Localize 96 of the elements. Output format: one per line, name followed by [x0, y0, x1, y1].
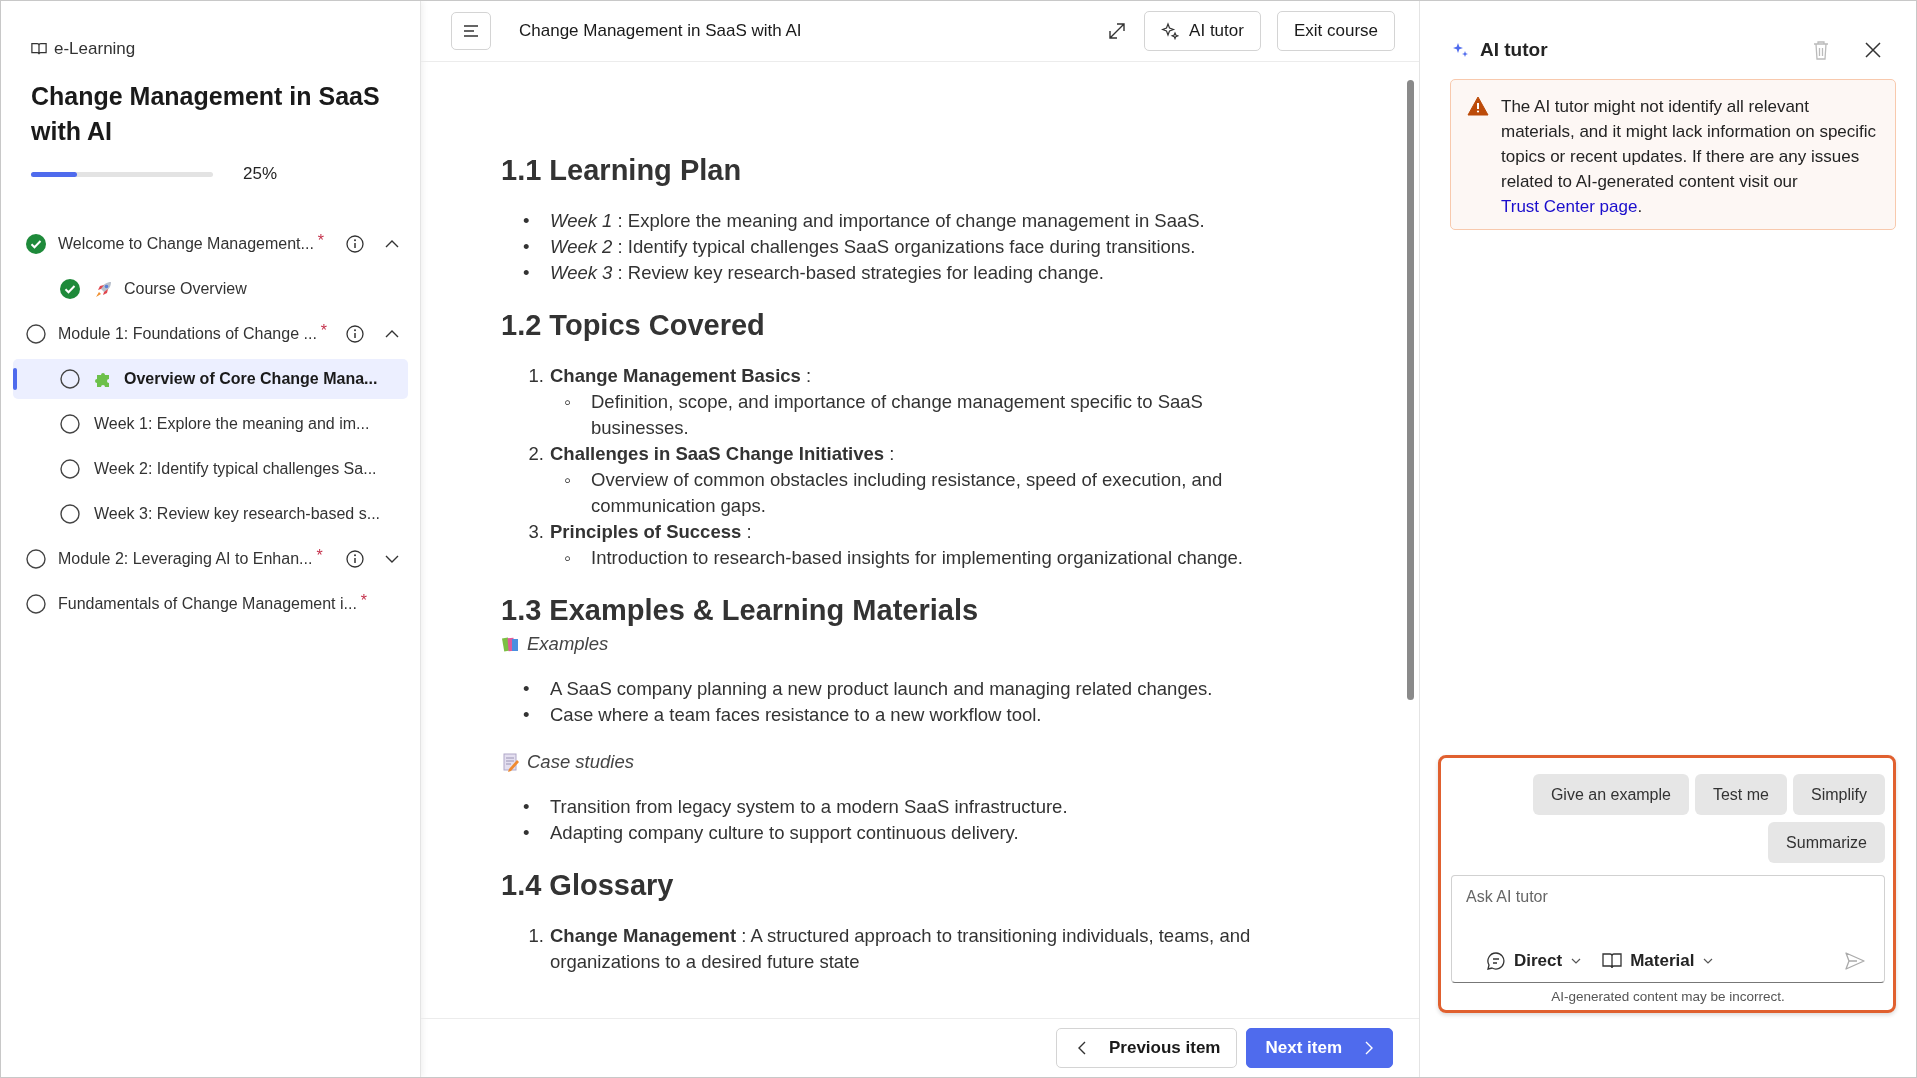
bullet-marker: • [523, 209, 531, 233]
module-title: Module 2: Leveraging AI to Enhan... [58, 550, 313, 568]
sub-bullet-text: Definition, scope, and importance of change management specific to SaaS businesses. [591, 390, 1204, 440]
lesson-title: Week 2: Identify typical challenges Sa... [94, 460, 377, 478]
trust-center-link[interactable]: Trust Center page [1501, 197, 1638, 216]
suggestion-chip[interactable]: Simplify [1793, 774, 1885, 815]
lesson-item[interactable]: Course Overview [13, 269, 408, 309]
chat-icon [1486, 951, 1506, 971]
module-item[interactable]: Module 2: Leveraging AI to Enhan... * [13, 539, 408, 579]
required-asterisk: * [316, 547, 323, 565]
numbered-item-text: Change Management Basics : [550, 364, 812, 388]
suggestion-chip[interactable]: Test me [1694, 774, 1787, 815]
required-asterisk: * [360, 592, 368, 610]
check-circle-icon [26, 234, 46, 254]
numbered-item-text: Principles of Success : [550, 520, 752, 544]
bullet-text: Transition from legacy system to a modern SaaS infrastructure. [550, 795, 1068, 819]
bullet-marker: • [523, 235, 531, 259]
previous-item-button[interactable]: Previous item [1055, 1028, 1238, 1068]
bullet-text: Week 3 : Review key research-based strategies for leading change. [550, 261, 1104, 285]
bullet-marker: • [523, 703, 531, 727]
bullet-text: Case where a team faces resistance to a new workflow tool. [550, 703, 1042, 727]
bullet-marker: • [523, 677, 531, 701]
source-dropdown[interactable]: Material [1602, 951, 1715, 971]
suggestion-chip[interactable]: Give an example [1532, 774, 1689, 815]
empty-circle-icon [26, 324, 46, 344]
section-heading: 1.1 Learning Plan [501, 153, 743, 188]
sparkle-icon [1161, 22, 1180, 40]
empty-circle-icon [60, 414, 80, 434]
module-item[interactable]: Welcome to Change Management... * [13, 224, 408, 264]
lesson-title: Overview of Core Change Mana... [124, 370, 378, 388]
check-circle-icon [60, 279, 80, 299]
bullet-text: Week 1 : Explore the meaning and importance of change management in SaaS. [550, 209, 1205, 233]
lesson-title: Week 3: Review key research-based s... [94, 505, 381, 523]
module-title: Fundamentals of Change Management i... [58, 595, 357, 613]
lesson-title: Week 1: Explore the meaning and im... [94, 415, 370, 433]
lesson-item[interactable]: Week 3: Review key research-based s... [13, 494, 408, 534]
module-item[interactable]: Fundamentals of Change Management i... * [13, 584, 408, 624]
required-asterisk: * [320, 322, 328, 340]
ask-input-field[interactable]: Ask AI tutor Direct Material [1451, 875, 1885, 983]
exit-course-button[interactable]: Exit course [1276, 11, 1395, 51]
panel-title: AI tutor [1480, 39, 1548, 61]
caption-text: Case studies [527, 750, 634, 774]
lesson-header-title: Change Management in SaaS with AI [519, 21, 802, 41]
caption-text: Examples [527, 632, 609, 656]
sub-bullet-marker: ◦ [564, 390, 573, 415]
module-item[interactable]: Module 1: Foundations of Change ... * [13, 314, 408, 354]
empty-circle-icon [60, 459, 80, 479]
response-mode-dropdown[interactable]: Direct [1486, 951, 1583, 971]
lesson-item[interactable]: Week 2: Identify typical challenges Sa... [13, 449, 408, 489]
suggestion-chip[interactable]: Summarize [1768, 822, 1885, 863]
rocket-icon [94, 279, 114, 299]
ai-tutor-button[interactable]: AI tutor [1144, 11, 1261, 51]
memo-icon [501, 752, 521, 772]
numbered-item-text: Change Management : A structured approach to transitioning individuals, teams, and organizations to a desired future state [550, 924, 1252, 974]
module-title: Welcome to Change Management... [58, 235, 314, 253]
section-heading: 1.4 Glossary [501, 868, 675, 903]
required-asterisk: * [317, 232, 325, 250]
lesson-title: Course Overview [124, 280, 247, 298]
list-number: 1. [527, 924, 544, 948]
list-number: 1. [527, 364, 544, 388]
empty-circle-icon [26, 549, 46, 569]
book-icon [1602, 951, 1623, 971]
bullet-text: Adapting company culture to support continuous delivery. [550, 821, 1019, 845]
info-icon[interactable] [346, 550, 364, 568]
bullet-text: A SaaS company planning a new product launch and managing related changes. [550, 677, 1213, 701]
bullet-marker: • [523, 795, 531, 819]
section-heading: 1.2 Topics Covered [501, 308, 766, 343]
disclaimer-text: AI-generated content may be incorrect. [1550, 989, 1786, 1004]
lesson-item[interactable]: Week 1: Explore the meaning and im... [13, 404, 408, 444]
empty-circle-icon [60, 369, 80, 389]
progress-percent: 25% [243, 164, 278, 184]
info-icon[interactable] [346, 235, 364, 253]
info-icon[interactable] [346, 325, 364, 343]
sparkle-icon [1452, 41, 1470, 59]
book-icon [31, 41, 47, 57]
empty-circle-icon [60, 504, 80, 524]
list-number: 2. [527, 442, 544, 466]
section-heading: 1.3 Examples & Learning Materials [501, 593, 980, 628]
lesson-item[interactable]: Overview of Core Change Mana... [13, 359, 408, 399]
empty-circle-icon [26, 594, 46, 614]
module-title: Module 1: Foundations of Change ... [58, 325, 317, 343]
menu-button[interactable] [451, 12, 491, 50]
sub-bullet-text: Overview of common obstacles including resistance, speed of execution, and communication gaps. [591, 468, 1224, 518]
list-number: 3. [527, 520, 544, 544]
bullet-text: Week 2 : Identify typical challenges SaaS organizations face during transitions. [550, 235, 1196, 259]
sub-bullet-marker: ◦ [564, 468, 573, 493]
warning-icon [1467, 95, 1489, 117]
warning-text: The AI tutor might not identify all relevant materials, and it might lack information on specific topics or recent updates. If there are any issues related to AI-generated content visit our Trust Center page. [1501, 96, 1878, 218]
next-item-button[interactable]: Next item [1246, 1028, 1393, 1068]
course-title: Change Management in SaaS with AI [31, 81, 381, 147]
sub-bullet-text: Introduction to research-based insights for implementing organizational change. [591, 546, 1243, 570]
bullet-marker: • [523, 261, 531, 285]
numbered-item-text: Challenges in SaaS Change Initiatives : [550, 442, 895, 466]
bullet-marker: • [523, 821, 531, 845]
sub-bullet-marker: ◦ [564, 546, 573, 571]
app-label: e-Learning [54, 39, 136, 59]
